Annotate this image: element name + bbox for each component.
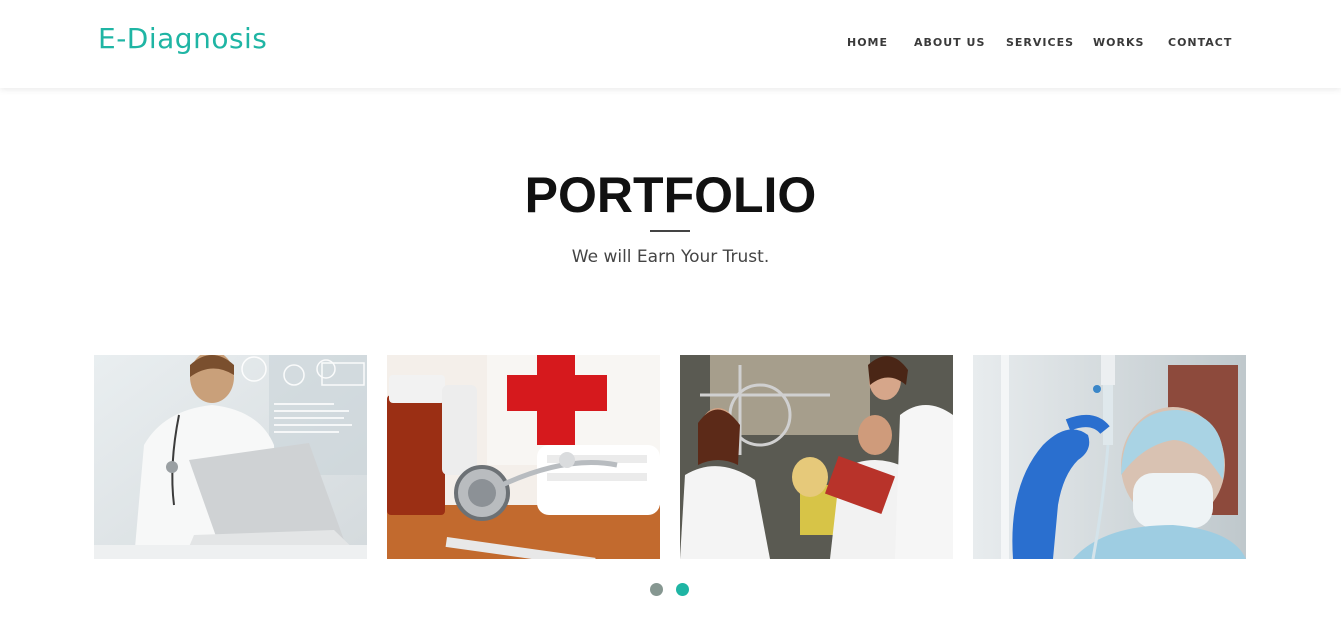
nav-about-link[interactable]: ABOUT US xyxy=(914,36,985,49)
portfolio-image-doctor-laptop[interactable] xyxy=(94,355,367,559)
nav-services-link[interactable]: SERVICES xyxy=(1006,36,1074,49)
title-divider xyxy=(650,230,690,232)
portfolio-image-nurse-iv[interactable] xyxy=(973,355,1246,559)
portfolio-subtitle: We will Earn Your Trust. xyxy=(571,247,770,267)
nav-works-link[interactable]: WORKS xyxy=(1093,36,1144,49)
portfolio-image-first-aid[interactable] xyxy=(387,355,660,559)
carousel-dot-1[interactable] xyxy=(650,583,663,596)
nav-contact-link[interactable]: CONTACT xyxy=(1168,36,1232,49)
portfolio-title: PORTFOLIO xyxy=(524,167,817,223)
portfolio-image-lab-researchers[interactable] xyxy=(680,355,953,559)
nav-home-link[interactable]: HOME xyxy=(847,36,888,49)
navbar: E-Diagnosis HOME ABOUT US SERVICES WORKS… xyxy=(0,0,1341,88)
carousel-dot-2[interactable] xyxy=(676,583,689,596)
carousel-pagination xyxy=(0,583,1341,597)
main-nav: HOME ABOUT US SERVICES WORKS CONTACT xyxy=(0,36,1341,52)
